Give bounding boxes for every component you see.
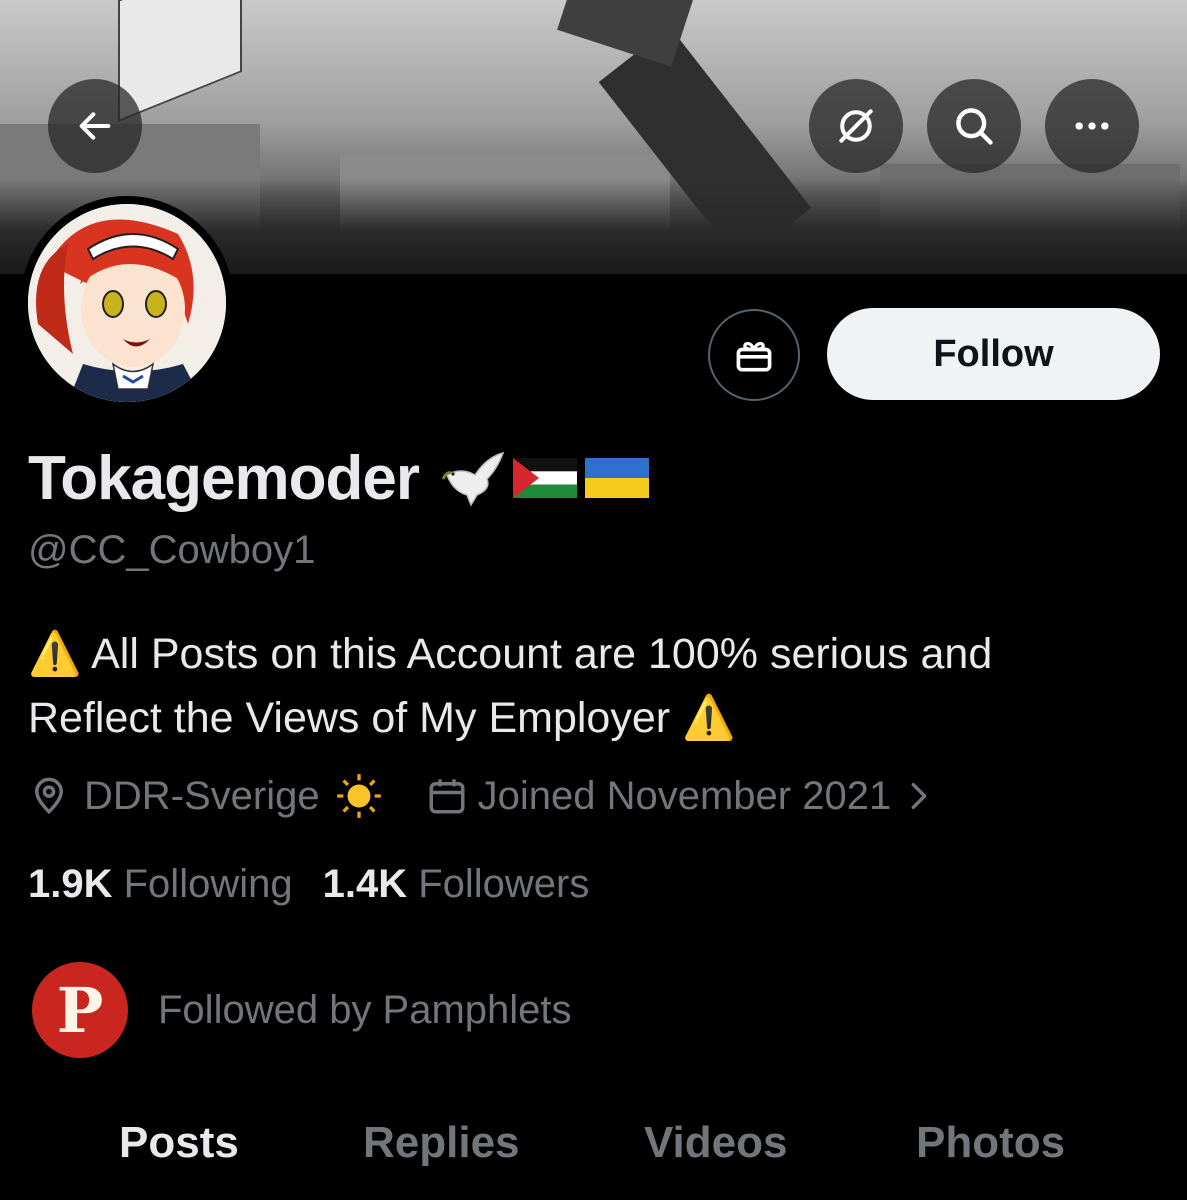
following-count: 1.9K [28,861,113,906]
bio-line-2: Reflect the Views of My Employer ⚠️ [28,694,736,742]
following-link[interactable]: 1.9K Following [28,862,293,907]
grok-icon [839,109,873,143]
more-button[interactable] [1045,79,1139,173]
profile-tabs: Posts Replies Videos Photos [0,1118,1187,1188]
followers-link[interactable]: 1.4K Followers [323,862,590,907]
bio-line-1: ⚠️ All Posts on this Account are 100% se… [28,630,993,678]
dove-emoji-icon [441,451,505,507]
location-text: DDR-Sverige [84,773,320,818]
more-horizontal-icon [1075,122,1109,130]
following-label: Following [123,861,293,906]
followed-by[interactable]: P Followed by Pamphlets [32,960,572,1060]
arrow-left-icon [79,112,111,140]
followers-count: 1.4K [322,861,408,906]
follow-button[interactable]: Follow [827,308,1160,400]
display-name-row: Tokagemoder [28,440,649,516]
tab-replies[interactable]: Replies [363,1118,520,1168]
search-icon [956,108,993,145]
followers-label: Followers [418,861,590,906]
flag-palestine-icon [512,458,577,498]
display-name: Tokagemoder [28,443,420,513]
tab-photos[interactable]: Photos [916,1118,1065,1168]
back-button[interactable] [48,79,142,173]
follow-stats: 1.9K Following 1.4K Followers [28,858,589,910]
avatar-illustration [28,204,226,402]
bio: ⚠️ All Posts on this Account are 100% se… [28,622,1158,750]
joined-date[interactable]: Joined November 2021 [478,774,892,819]
avatar[interactable] [20,196,234,410]
tab-videos[interactable]: Videos [644,1118,787,1168]
gift-icon [736,341,772,372]
grok-button[interactable] [809,79,903,173]
sun-emoji-icon [336,774,381,818]
pamphlets-avatar: P [32,962,128,1058]
flag-ukraine-icon [584,458,649,498]
calendar-icon [429,779,465,814]
chevron-right-icon[interactable] [905,779,933,813]
followed-by-text: Followed by Pamphlets [158,987,572,1032]
profile-meta: DDR-Sverige Joined November 2021 [28,768,933,824]
handle: @CC_Cowboy1 [28,528,316,572]
gift-button[interactable] [708,309,800,401]
search-button[interactable] [927,79,1021,173]
tab-posts[interactable]: Posts [119,1118,239,1168]
location-pin-icon [34,777,64,815]
